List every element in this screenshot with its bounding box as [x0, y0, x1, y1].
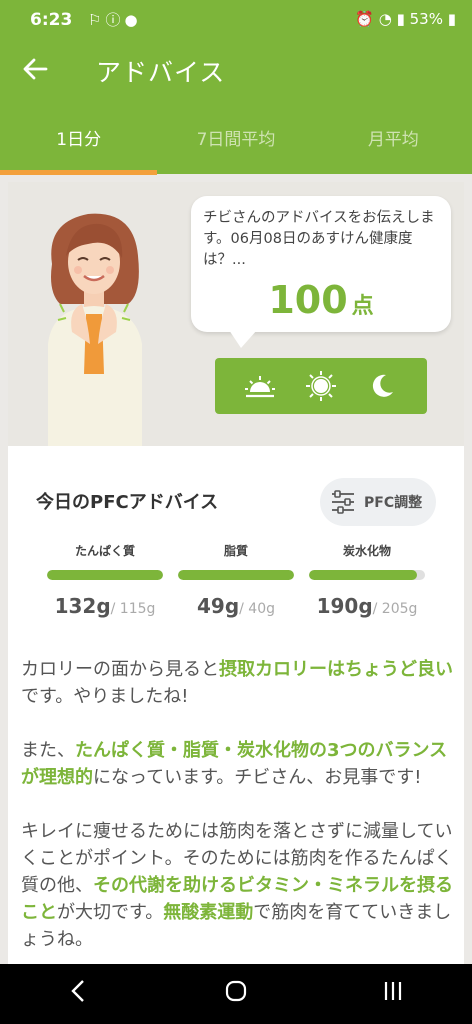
- nutrient-progress-fill: [309, 570, 417, 580]
- system-navigation-bar: [0, 964, 472, 1024]
- pfc-adjust-label: PFC調整: [364, 495, 423, 511]
- nutrient-progress-fill: [178, 570, 294, 580]
- nutrient-target: / 115g: [110, 601, 156, 617]
- nutrient-progress-bar: [178, 570, 294, 580]
- period-tabs: 1日分 7日間平均 月平均: [0, 110, 472, 175]
- tab-daily[interactable]: 1日分: [0, 110, 158, 175]
- nutrient-value: 132: [54, 594, 97, 618]
- health-score-unit: 点: [351, 294, 374, 319]
- nutrient-progress-bar: [47, 570, 163, 580]
- sliders-icon: [332, 490, 354, 514]
- nav-home-icon[interactable]: [206, 979, 266, 1010]
- nutrient-fat: 脂質 49g/ 40g: [178, 542, 294, 618]
- nutrient-value: 49: [196, 594, 225, 618]
- battery-icon: ▮: [447, 10, 456, 28]
- nav-recents-icon[interactable]: [363, 979, 423, 1010]
- signal-icon: ▮: [396, 10, 405, 28]
- advice-text: カロリーの面から見ると摂取カロリーはちょうど良いです。やりましたね! また、たん…: [21, 656, 453, 972]
- page-title: アドバイス: [96, 58, 226, 87]
- app-bar: アドバイス: [0, 38, 472, 110]
- pfc-advice-heading: 今日のPFCアドバイス: [36, 492, 219, 513]
- back-arrow-icon[interactable]: [22, 56, 48, 89]
- advice-paragraph-muscle: キレイに痩せるためには筋肉を落とさずに減量していくことがポイント。そのためには筋…: [21, 821, 453, 950]
- nutrient-unit: g: [358, 594, 373, 618]
- advice-intro-message: チビさんのアドバイスをお伝えします。06月08日のあすけん健康度は？...: [203, 210, 435, 268]
- nutrient-progress-bar: [309, 570, 425, 580]
- status-time: 6:23: [30, 10, 73, 30]
- notification-icons: ⚐ⓘ●: [88, 11, 142, 29]
- advisor-illustration: [48, 213, 142, 446]
- pfc-adjust-button[interactable]: PFC調整: [320, 478, 436, 526]
- sunrise-icon[interactable]: [242, 368, 278, 404]
- wifi-icon: ◔: [378, 10, 392, 28]
- nutrient-unit: g: [96, 594, 111, 618]
- nutrient-protein: たんぱく質 132g/ 115g: [47, 542, 163, 618]
- tab-weekly-average[interactable]: 7日間平均: [157, 110, 314, 174]
- status-icons-right: ⏰ ◔ ▮ 53% ▮: [355, 10, 456, 28]
- advice-speech-bubble: チビさんのアドバイスをお伝えします。06月08日のあすけん健康度は？... 10…: [191, 196, 451, 348]
- nutrient-value: 190: [316, 594, 359, 618]
- nutrient-unit: g: [224, 594, 240, 618]
- nutrient-target: / 40g: [239, 601, 276, 617]
- time-of-day-selector: [215, 358, 427, 414]
- alarm-icon: ⏰: [355, 10, 374, 28]
- nutrient-target: / 205g: [372, 601, 418, 617]
- battery-level: 53%: [409, 10, 443, 28]
- status-bar: 6:23 ⚐ⓘ● ⏰ ◔ ▮ 53% ▮: [0, 0, 472, 38]
- nutrient-progress-fill: [47, 570, 163, 580]
- health-score: 100 点: [191, 278, 451, 322]
- nutrient-name: たんぱく質: [74, 544, 135, 558]
- health-score-value: 100: [268, 278, 348, 322]
- advisor-hero: チビさんのアドバイスをお伝えします。06月08日のあすけん健康度は？... 10…: [8, 182, 464, 446]
- advice-card: チビさんのアドバイスをお伝えします。06月08日のあすけん健康度は？... 10…: [8, 182, 464, 972]
- nutrient-name: 炭水化物: [342, 544, 391, 558]
- nav-back-icon[interactable]: [49, 979, 109, 1010]
- moon-icon[interactable]: [364, 368, 400, 404]
- sun-icon[interactable]: [303, 368, 339, 404]
- tab-monthly-average[interactable]: 月平均: [315, 110, 472, 174]
- nutrient-name: 脂質: [223, 544, 248, 558]
- nutrient-carbohydrate: 炭水化物 190g/ 205g: [309, 542, 425, 618]
- advice-paragraph-calories: カロリーの面から見ると摂取カロリーはちょうど良いです。やりましたね!: [21, 659, 453, 707]
- advice-paragraph-balance: また、たんぱく質・脂質・炭水化物の3つのバランスが理想的になっています。チビさん…: [21, 740, 448, 788]
